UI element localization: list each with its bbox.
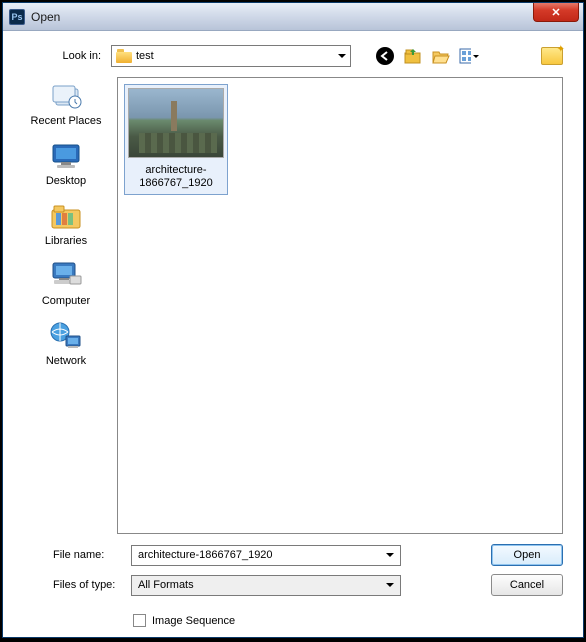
place-label: Desktop <box>46 175 86 187</box>
lookin-value: test <box>136 50 154 62</box>
file-list[interactable]: architecture-1866767_1920 <box>117 77 563 534</box>
image-sequence-row: Image Sequence <box>23 614 563 627</box>
button-label: Cancel <box>510 579 544 591</box>
place-label: Computer <box>42 295 90 307</box>
place-desktop[interactable]: Desktop <box>23 139 109 187</box>
place-network[interactable]: Network <box>23 319 109 367</box>
new-folder-button[interactable] <box>541 47 563 65</box>
filename-label: File name: <box>23 549 123 561</box>
image-sequence-checkbox[interactable] <box>133 614 146 627</box>
recent-places-icon <box>48 79 84 113</box>
place-computer[interactable]: Computer <box>23 259 109 307</box>
view-menu-button[interactable] <box>459 46 479 66</box>
filename-input[interactable]: architecture-1866767_1920 <box>131 545 401 566</box>
main-area: Recent Places Desktop Libraries <box>23 77 563 534</box>
window-title: Open <box>31 10 60 24</box>
desktop-icon <box>48 139 84 173</box>
button-label: Open <box>514 549 541 561</box>
lookin-dropdown[interactable]: test <box>111 45 351 67</box>
chevron-down-icon <box>386 583 394 587</box>
thumbnail-icon <box>128 88 224 158</box>
bottom-form: File name: architecture-1866767_1920 Ope… <box>23 544 563 627</box>
file-name: architecture-1866767_1920 <box>128 164 224 190</box>
lookin-row: Look in: test <box>23 45 563 67</box>
up-one-level-button[interactable] <box>403 46 423 66</box>
file-item[interactable]: architecture-1866767_1920 <box>124 84 228 195</box>
back-button[interactable] <box>375 46 395 66</box>
image-sequence-label: Image Sequence <box>152 615 235 627</box>
photoshop-icon: Ps <box>9 9 25 25</box>
filename-value: architecture-1866767_1920 <box>138 549 273 561</box>
filetype-dropdown[interactable]: All Formats <box>131 575 401 596</box>
place-libraries[interactable]: Libraries <box>23 199 109 247</box>
toolbar <box>375 46 479 66</box>
filename-row: File name: architecture-1866767_1920 Ope… <box>23 544 563 566</box>
places-bar: Recent Places Desktop Libraries <box>23 77 109 534</box>
close-button[interactable]: ✕ <box>533 3 579 22</box>
filetype-row: Files of type: All Formats Cancel <box>23 574 563 596</box>
network-icon <box>48 319 84 353</box>
lookin-label: Look in: <box>23 50 105 62</box>
titlebar: Ps Open ✕ <box>3 3 583 31</box>
filetype-value: All Formats <box>138 579 194 591</box>
place-label: Libraries <box>45 235 87 247</box>
folder-icon <box>116 49 132 63</box>
recent-folder-button[interactable] <box>431 46 451 66</box>
filetype-label: Files of type: <box>23 579 123 591</box>
chevron-down-icon <box>473 55 479 58</box>
open-dialog: Ps Open ✕ Look in: test <box>2 2 584 638</box>
libraries-icon <box>48 199 84 233</box>
chevron-down-icon <box>338 54 346 58</box>
view-icon <box>459 48 471 64</box>
place-label: Network <box>46 355 86 367</box>
place-label: Recent Places <box>31 115 102 127</box>
folder-up-icon <box>403 46 423 66</box>
close-icon: ✕ <box>551 6 560 19</box>
chevron-down-icon <box>386 553 394 557</box>
dialog-body: Look in: test <box>3 31 583 637</box>
open-button[interactable]: Open <box>491 544 563 566</box>
computer-icon <box>48 259 84 293</box>
folder-open-icon <box>431 47 451 65</box>
place-recent[interactable]: Recent Places <box>23 79 109 127</box>
back-icon <box>375 46 395 66</box>
cancel-button[interactable]: Cancel <box>491 574 563 596</box>
